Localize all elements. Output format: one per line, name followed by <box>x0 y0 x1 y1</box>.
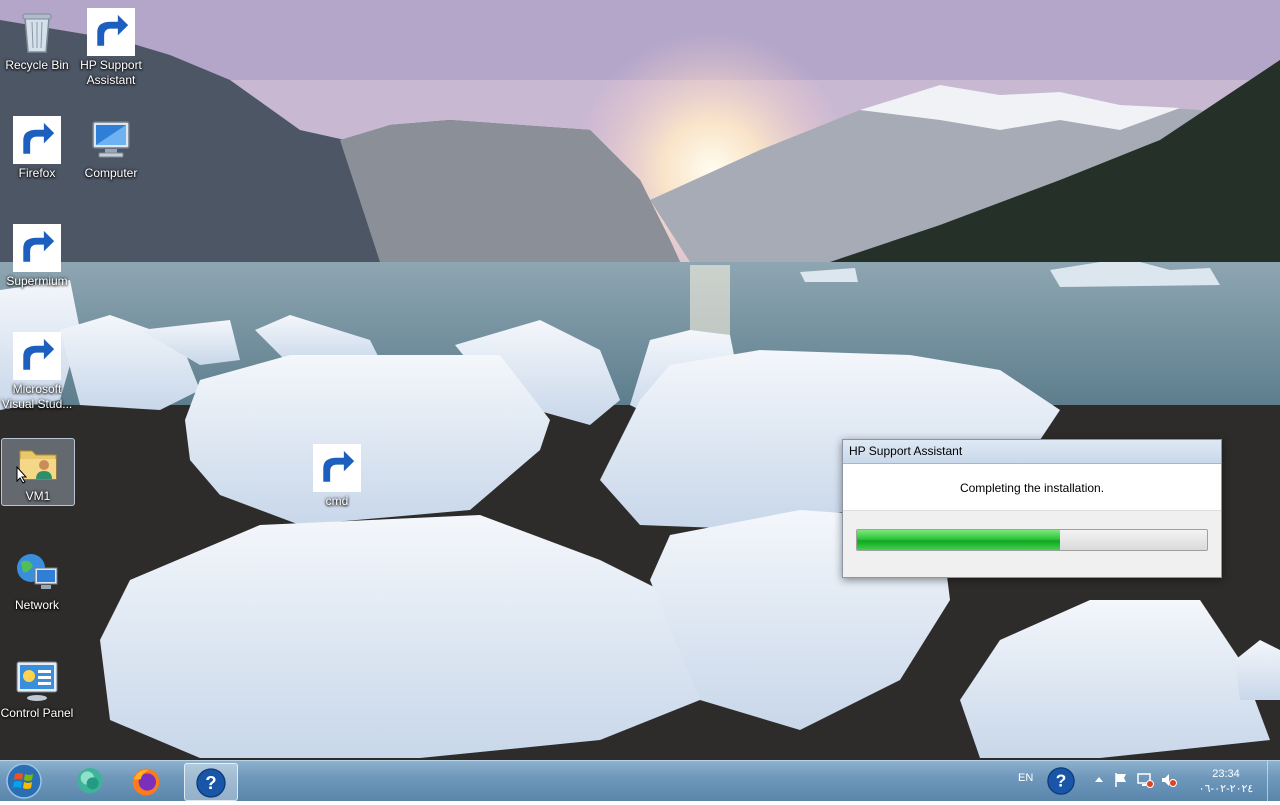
control-panel-icon <box>13 656 61 704</box>
windows-logo-icon <box>6 763 42 799</box>
mouse-cursor-icon <box>16 466 28 484</box>
recycle-bin-label: Recycle Bin <box>5 58 69 72</box>
start-button[interactable] <box>4 762 44 800</box>
computer-shortcut[interactable]: Computer <box>74 116 148 181</box>
hp-support-assistant-shortcut[interactable]: ? HP Support Assistant <box>74 8 148 88</box>
hp-support-assistant-dialog[interactable]: HP Support Assistant Completing the inst… <box>842 439 1222 578</box>
network-label: Network <box>14 598 59 612</box>
clock-date: ٢٠٢٤-٠٢-٠٦ <box>1198 783 1254 795</box>
svg-text:?: ? <box>205 772 216 793</box>
cmd-shortcut[interactable]: C:\_ cmd <box>300 444 374 509</box>
installation-progress-bar <box>856 529 1208 551</box>
supermium-shortcut[interactable]: Supermium <box>0 224 74 289</box>
cmd-icon: C:\_ <box>313 444 361 492</box>
shortcut-arrow-icon <box>313 444 361 492</box>
dialog-message: Completing the installation. <box>959 481 1105 495</box>
control-panel-label: Control Panel <box>0 706 74 720</box>
system-clock[interactable]: 23:34 ٢٠٢٤-٠٢-٠٦ <box>1196 767 1256 797</box>
progress-bar-fill <box>857 530 1060 550</box>
action-center-flag-icon[interactable] <box>1112 771 1130 789</box>
recycle-bin-icon <box>13 8 61 56</box>
firefox-icon <box>132 768 160 796</box>
network-icon <box>13 548 61 596</box>
taskbar: ? EN ? 23:34 ٢٠٢٤-٠٢-٠٦ <box>0 760 1280 801</box>
supermium-icon <box>13 224 61 272</box>
visual-studio-icon <box>13 332 61 380</box>
firefox-label: Firefox <box>18 166 56 180</box>
vm1-label: VM1 <box>25 489 51 503</box>
shortcut-arrow-icon <box>13 332 61 380</box>
hp-support-assistant-icon: ? <box>196 768 226 798</box>
supermium-label: Supermium <box>6 274 68 288</box>
visual-studio-shortcut[interactable]: Microsoft Visual Stud... <box>0 332 74 412</box>
computer-label: Computer <box>84 166 138 180</box>
volume-muted-icon[interactable] <box>1160 771 1178 789</box>
language-indicator[interactable]: EN <box>1018 772 1033 784</box>
network-shortcut[interactable]: Network <box>0 548 74 613</box>
svg-text:?: ? <box>1056 771 1067 791</box>
firefox-icon <box>13 116 61 164</box>
vm1-folder[interactable]: VM1 <box>1 438 75 506</box>
supermium-icon <box>77 768 103 794</box>
desktop[interactable]: Recycle Bin ? HP Support Assistant Firef… <box>0 0 1280 760</box>
recycle-bin-shortcut[interactable]: Recycle Bin <box>0 8 74 73</box>
hp-support-assistant-icon: ? <box>87 8 135 56</box>
network-tray-icon[interactable] <box>1136 771 1154 789</box>
wallpaper <box>0 0 1280 760</box>
computer-icon <box>87 116 135 164</box>
taskbar-hp-support-assistant[interactable]: ? <box>184 763 238 801</box>
shortcut-arrow-icon <box>13 224 61 272</box>
dialog-title[interactable]: HP Support Assistant <box>843 440 1221 464</box>
taskbar-supermium[interactable] <box>64 763 116 799</box>
hp-support-assistant-tray-icon[interactable]: ? <box>1046 766 1076 796</box>
show-desktop-button[interactable] <box>1267 761 1280 801</box>
visual-studio-label: Microsoft Visual Stud... <box>1 382 73 411</box>
clock-time: 23:34 <box>1212 768 1240 780</box>
show-hidden-icons-icon[interactable] <box>1090 771 1108 789</box>
hp-support-assistant-label: HP Support Assistant <box>80 58 142 87</box>
cmd-label: cmd <box>325 494 349 508</box>
shortcut-arrow-icon <box>87 8 135 56</box>
shortcut-arrow-icon <box>13 116 61 164</box>
taskbar-firefox[interactable] <box>120 763 172 799</box>
firefox-shortcut[interactable]: Firefox <box>0 116 74 181</box>
control-panel-shortcut[interactable]: Control Panel <box>0 656 74 721</box>
